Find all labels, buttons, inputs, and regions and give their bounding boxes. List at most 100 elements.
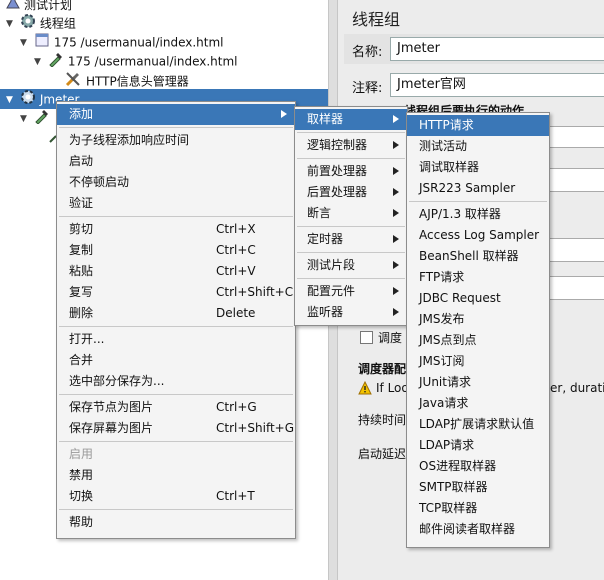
shortcut-label: Delete (216, 306, 256, 320)
menu-item-start[interactable]: 启动 (69, 151, 289, 172)
menu-item-access-log-sampler[interactable]: Access Log Sampler (419, 225, 547, 246)
shortcut-label: Ctrl+X (216, 222, 256, 236)
shortcut-label: Ctrl+V (216, 264, 256, 278)
menu-item-pre-processor[interactable]: 前置处理器 (295, 161, 407, 182)
add-submenu: 取样器 逻辑控制器 前置处理器 后置处理器 断言 定时器 测试片段 配置元件 监… (294, 106, 408, 326)
menu-item-label: 逻辑控制器 (307, 138, 368, 152)
menu-item-java-request[interactable]: Java请求 (419, 393, 547, 414)
menu-item-mail-reader-sampler[interactable]: 邮件阅读者取样器 (419, 519, 547, 540)
tree-item-http-sampler[interactable]: ▼ 175 /usermanual/index.html (34, 51, 238, 71)
submenu-arrow-icon (393, 188, 399, 196)
name-field[interactable]: Jmeter (390, 37, 604, 61)
expand-toggle-icon[interactable]: ▼ (6, 90, 16, 110)
tree-item-script[interactable]: ▼ 175 /usermanual/index.html (20, 32, 224, 52)
menu-item-save-node-image[interactable]: 保存节点为图片 Ctrl+G (69, 397, 289, 418)
hidden-input-3[interactable] (548, 238, 604, 262)
menu-item-label: HTTP请求 (419, 118, 474, 132)
tree-item-thread-group[interactable]: ▼ 线程组 (6, 13, 76, 33)
menu-separator (297, 132, 405, 133)
menu-item-label: 取样器 (307, 112, 344, 126)
menu-item-config-element[interactable]: 配置元件 (295, 281, 407, 302)
menu-item-paste[interactable]: 粘贴 Ctrl+V (69, 261, 289, 282)
submenu-arrow-icon (393, 308, 399, 316)
menu-separator (297, 158, 405, 159)
menu-separator (297, 226, 405, 227)
menu-item-test-fragment[interactable]: 测试片段 (295, 255, 407, 276)
menu-item-start-no-pause[interactable]: 不停顿启动 (69, 172, 289, 193)
menu-item-open[interactable]: 打开... (69, 329, 289, 350)
menu-item-smtp-sampler[interactable]: SMTP取样器 (419, 477, 547, 498)
submenu-arrow-icon (393, 261, 399, 269)
menu-item-test-action[interactable]: 测试活动 (419, 136, 547, 157)
menu-item-toggle[interactable]: 切换 Ctrl+T (69, 486, 289, 507)
menu-separator (59, 216, 293, 217)
tree-item-header-manager[interactable]: HTTP信息头管理器 (64, 70, 189, 90)
comment-field[interactable]: Jmeter官网 (390, 73, 604, 97)
menu-item-label: 定时器 (307, 232, 344, 246)
menu-item-ldap-request[interactable]: LDAP请求 (419, 435, 547, 456)
menu-item-add[interactable]: 添加 (57, 104, 295, 125)
menu-item-jms-point-to-point[interactable]: JMS点到点 (419, 330, 547, 351)
menu-item-debug-sampler[interactable]: 调试取样器 (419, 157, 547, 178)
expand-toggle-icon[interactable]: ▼ (6, 14, 16, 34)
expand-toggle-icon[interactable]: ▼ (20, 109, 30, 129)
scheduler-checkbox[interactable] (360, 331, 373, 344)
menu-item-logic-controller[interactable]: 逻辑控制器 (295, 135, 407, 156)
menu-item-label: 保存节点为图片 (69, 400, 154, 414)
expand-toggle-icon[interactable]: ▼ (34, 52, 44, 72)
menu-item-junit-request[interactable]: JUnit请求 (419, 372, 547, 393)
menu-item-label: 测试片段 (307, 258, 356, 272)
menu-item-copy[interactable]: 复制 Ctrl+C (69, 240, 289, 261)
menu-separator (59, 127, 293, 128)
submenu-arrow-icon (393, 287, 399, 295)
menu-item-ldap-extended-request[interactable]: LDAP扩展请求默认值 (419, 414, 547, 435)
menu-item-beanshell-sampler[interactable]: BeanShell 取样器 (419, 246, 547, 267)
menu-item-label: 切换 (69, 489, 94, 503)
menu-item-validate[interactable]: 验证 (69, 193, 289, 214)
tree-item-label: 175 /usermanual/index.html (53, 35, 224, 50)
menu-item-os-process-sampler[interactable]: OS进程取样器 (419, 456, 547, 477)
menu-item-cut[interactable]: 剪切 Ctrl+X (69, 219, 289, 240)
menu-item-merge[interactable]: 合并 (69, 350, 289, 371)
tree-item-label: HTTP信息头管理器 (86, 74, 189, 89)
menu-item-jms-subscriber[interactable]: JMS订阅 (419, 351, 547, 372)
hidden-input-4[interactable] (548, 276, 604, 300)
tree-item-child-partial[interactable]: ▼ (20, 108, 54, 128)
menu-item-timer[interactable]: 定时器 (295, 229, 407, 250)
menu-item-jms-publisher[interactable]: JMS发布 (419, 309, 547, 330)
menu-item-post-processor[interactable]: 后置处理器 (295, 182, 407, 203)
menu-item-jdbc-request[interactable]: JDBC Request (419, 288, 547, 309)
menu-item-add-response-time[interactable]: 为子线程添加响应时间 (69, 130, 289, 151)
menu-item-ftp-request[interactable]: FTP请求 (419, 267, 547, 288)
menu-item-label: 后置处理器 (307, 185, 368, 199)
menu-separator (297, 252, 405, 253)
menu-item-delete[interactable]: 删除 Delete (69, 303, 289, 324)
menu-item-save-screen-image[interactable]: 保存屏幕为图片 Ctrl+Shift+G (69, 418, 294, 439)
menu-item-assertion[interactable]: 断言 (295, 203, 407, 224)
menu-item-duplicate[interactable]: 复写 Ctrl+Shift+C (69, 282, 293, 303)
startup-delay-label: 启动延迟 (358, 447, 407, 461)
menu-item-label: 配置元件 (307, 284, 356, 298)
menu-item-label: 添加 (69, 107, 94, 121)
scheduler-config-heading: 调度器配 (358, 362, 407, 376)
hidden-input-2[interactable] (548, 168, 604, 192)
menu-item-ajp-sampler[interactable]: AJP/1.3 取样器 (419, 204, 547, 225)
menu-item-label: 粘贴 (69, 264, 94, 278)
menu-item-save-selection-as[interactable]: 选中部分保存为... (69, 371, 289, 392)
menu-item-help[interactable]: 帮助 (69, 512, 289, 533)
menu-separator (59, 394, 293, 395)
menu-separator (59, 326, 293, 327)
menu-item-tcp-sampler[interactable]: TCP取样器 (419, 498, 547, 519)
submenu-arrow-icon (281, 110, 287, 118)
hidden-input-1[interactable] (548, 126, 604, 148)
submenu-arrow-icon (393, 209, 399, 217)
menu-item-jsr223-sampler[interactable]: JSR223 Sampler (419, 178, 547, 199)
expand-toggle-icon[interactable]: ▼ (20, 33, 30, 53)
comment-label: 注释: (352, 81, 383, 96)
menu-separator (409, 201, 547, 202)
panel-title: 线程组 (352, 10, 401, 29)
menu-item-http-request[interactable]: HTTP请求 (407, 115, 549, 136)
menu-item-sampler[interactable]: 取样器 (295, 109, 407, 130)
menu-item-disable[interactable]: 禁用 (69, 465, 289, 486)
menu-item-listener[interactable]: 监听器 (295, 302, 407, 323)
